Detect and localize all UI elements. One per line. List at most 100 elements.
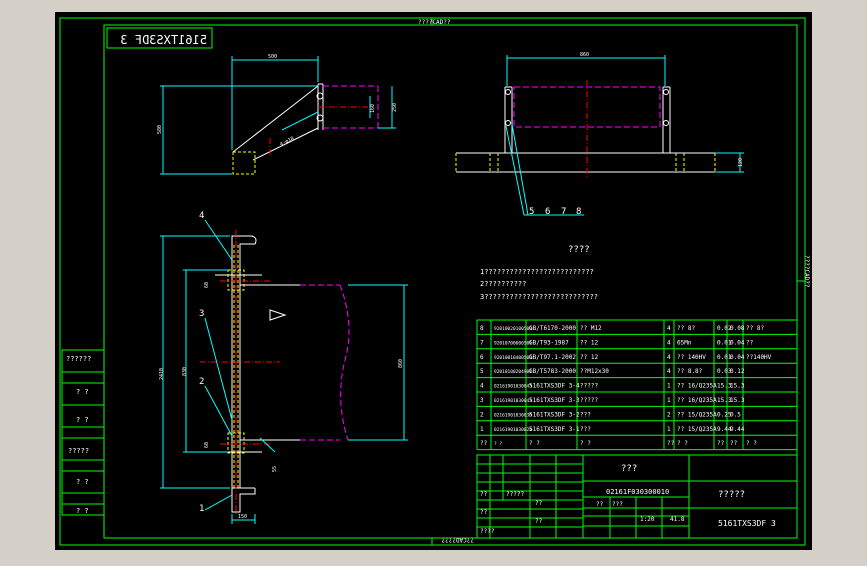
- drawing-background: [55, 12, 812, 550]
- dim-160: 160: [370, 104, 376, 113]
- dim-60-bottom: 60: [204, 442, 210, 448]
- dim-55: 55: [272, 466, 278, 472]
- bom-cell: 02161901030024: [494, 427, 532, 433]
- drawing-canvas[interactable]: ????CAD?? ??CAD???? ????CAD?? 5161TXS3DF…: [0, 0, 867, 562]
- tb-sign-2: ??: [480, 509, 488, 516]
- bom-cell: 4: [667, 325, 671, 332]
- bom-cell: 4: [480, 383, 484, 390]
- tb-weight: 41.8: [670, 516, 685, 523]
- bom-cell: 1: [480, 426, 484, 433]
- bom-cell: ?? M12: [580, 325, 602, 332]
- bom-cell: 5161TXS3DF 3-1: [529, 426, 580, 433]
- tb-company: ???: [621, 464, 637, 474]
- balloon-1: 1: [199, 504, 204, 514]
- bom-cell: 15.3: [730, 397, 745, 404]
- bom-cell: ?? 16/Q235A: [677, 383, 717, 390]
- balloon-7: 7: [561, 207, 566, 217]
- frame-bottom-caption: ??CAD????: [441, 536, 474, 543]
- tb-sign-4: ????: [480, 528, 495, 535]
- tb-drawing-code: 02161F030300010: [606, 488, 669, 496]
- bom-cell: 92010010400500: [494, 355, 532, 361]
- bom-header-cell: ? ?: [677, 440, 688, 447]
- bom-header-cell: ? ?: [494, 441, 502, 447]
- dim-580: 580: [157, 125, 163, 134]
- bom-header-cell: ??: [480, 440, 488, 447]
- bom-cell: 4: [667, 354, 671, 361]
- cad-viewport[interactable]: ????CAD?? ??CAD???? ????CAD?? 5161TXS3DF…: [0, 0, 867, 562]
- bom-cell: 5161TXS3DF 3-2: [529, 411, 580, 418]
- tb-sign-3: ?????: [506, 491, 524, 498]
- balloon-8: 8: [576, 207, 581, 217]
- bom-cell: 02161901030030: [494, 412, 532, 418]
- bom-cell: GB/T6170-2000: [529, 325, 576, 332]
- tb-drawing-no: 5161TXS3DF 3: [718, 519, 776, 528]
- bom-header-cell: ??: [730, 440, 738, 447]
- dim-120: 120: [738, 158, 744, 167]
- bom-cell: 0.12: [730, 368, 745, 375]
- bom-cell: ?? 12: [580, 339, 598, 346]
- bom-cell: ?? 15/Q235A: [677, 411, 717, 418]
- mirrored-drawing-code: 5161TXS3DF 3: [120, 33, 207, 47]
- bom-cell: GB/T93-1987: [529, 339, 569, 346]
- bom-cell: ?? 15/Q235A: [677, 426, 717, 433]
- bom-cell: 92010700600501: [494, 340, 532, 346]
- bom-header-cell: ? ?: [746, 440, 757, 447]
- bom-cell: ?????: [580, 383, 598, 390]
- dim-150: 150: [238, 514, 247, 520]
- bom-cell: 15.3: [730, 383, 745, 390]
- bom-cell: 2: [667, 411, 671, 418]
- bom-cell: 3: [480, 397, 484, 404]
- bom-cell: 9.44: [730, 426, 745, 433]
- bom-cell: 92010020100500: [494, 326, 532, 332]
- bom-cell: ???: [580, 411, 591, 418]
- bom-cell: ?? 8.8?: [677, 368, 703, 375]
- tb-part-name: ?????: [718, 490, 745, 500]
- bom-cell: 5: [480, 368, 484, 375]
- dim-860-top: 860: [580, 52, 589, 58]
- balloon-6: 6: [545, 207, 550, 217]
- frame-right-caption: ????CAD??: [803, 255, 810, 288]
- bom-cell: 65Mn: [677, 339, 692, 346]
- bom-cell: 1: [667, 426, 671, 433]
- bom-cell: 1: [667, 383, 671, 390]
- left-label-3: ? ?: [76, 416, 89, 424]
- bom-cell: ??M12x30: [580, 368, 609, 375]
- bom-cell: ??140HV: [746, 354, 772, 361]
- bom-header-cell: ? ?: [580, 440, 591, 447]
- tb-label-sheet: ???: [612, 501, 623, 508]
- dim-830: 830: [182, 367, 188, 376]
- bom-cell: 6: [480, 354, 484, 361]
- bom-cell: ?? 140HV: [677, 354, 706, 361]
- bom-cell: ?? 8?: [677, 325, 695, 332]
- dim-2410: 2410: [159, 368, 165, 380]
- bom-cell: GB/T5783-2000: [529, 368, 576, 375]
- note-line-2: 2??????????: [480, 280, 526, 288]
- tb-sign-1: ??: [480, 491, 488, 498]
- bom-cell: 0.08: [730, 325, 745, 332]
- tb-label-stage: ??: [596, 501, 604, 508]
- bom-cell: ?????: [580, 397, 598, 404]
- balloon-2: 2: [199, 377, 204, 387]
- bom-cell: ???: [580, 426, 591, 433]
- balloon-4: 4: [199, 211, 204, 221]
- bom-cell: 2: [480, 411, 484, 418]
- bom-cell: 7: [480, 339, 484, 346]
- notes-title: ????: [568, 245, 590, 255]
- dim-860-side: 860: [398, 359, 404, 368]
- frame-top-caption: ????CAD??: [418, 19, 451, 26]
- bom-cell: 4: [667, 368, 671, 375]
- dim-500: 500: [268, 54, 277, 60]
- bom-cell: ??: [746, 339, 754, 346]
- bom-cell: 1: [667, 397, 671, 404]
- bom-header-cell: ? ?: [529, 440, 540, 447]
- dim-60-top: 60: [204, 282, 210, 288]
- bom-cell: 02161901030043: [494, 398, 532, 404]
- bom-cell: 0.04: [730, 354, 745, 361]
- bom-cell: 0.5: [730, 411, 741, 418]
- bom-cell: ?? 8?: [746, 325, 764, 332]
- note-line-3: 3???????????????????????????: [480, 293, 598, 301]
- tb-scale: 1:20: [640, 516, 655, 523]
- balloon-3: 3: [199, 309, 204, 319]
- bom-cell: 92010100204901: [494, 369, 532, 375]
- bom-cell: 4: [667, 339, 671, 346]
